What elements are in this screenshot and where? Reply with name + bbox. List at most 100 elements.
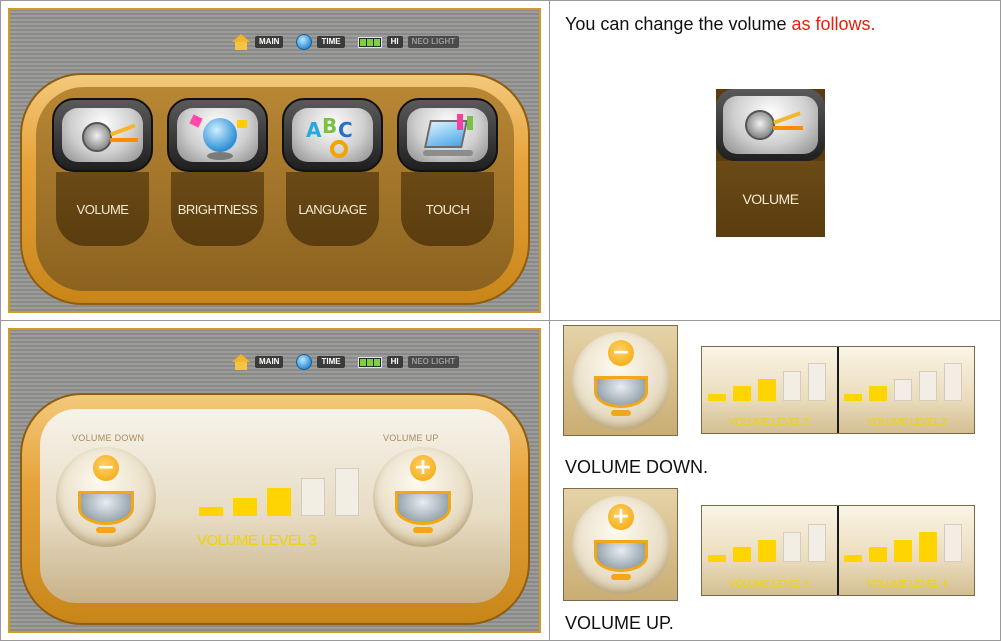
battery-icon [357, 356, 382, 368]
thumb-divider [837, 506, 839, 595]
status-tail: NEO LIGHT [407, 36, 460, 48]
level-bar-4 [301, 478, 325, 516]
plus-icon: + [410, 455, 436, 481]
clock-icon [296, 354, 313, 370]
volume-down-button-thumb: − [563, 325, 678, 436]
level-bar-1 [844, 394, 862, 401]
menu-tile-touch[interactable]: TOUCH [397, 98, 498, 248]
level-bar-3 [758, 379, 776, 401]
volume-screen-screenshot: MAIN TIME HI NEO LIGHT VOLUME DOWN VOLUM… [8, 328, 541, 633]
level-bar-2 [869, 386, 887, 401]
level-bar-4 [919, 371, 937, 401]
settings-menu-screenshot: MAIN TIME HI NEO LIGHT VOLUME BRIGHTNESS… [8, 8, 541, 313]
speaker-base [611, 410, 631, 416]
intro-text-main: You can change the volume [565, 14, 792, 34]
speaker-base [96, 527, 116, 533]
level-bar-1 [199, 507, 223, 516]
level-bar-3 [894, 540, 912, 562]
status-bar: MAIN TIME HI NEO LIGHT [232, 353, 460, 371]
level-bar-2 [733, 547, 751, 562]
status-hi: HI [386, 356, 403, 368]
status-time: TIME [317, 356, 345, 368]
speaker-icon [395, 491, 451, 525]
level-bar-5 [944, 524, 962, 562]
level-bar-1 [708, 394, 726, 401]
level-bar-5 [944, 363, 962, 401]
status-main: MAIN [255, 356, 284, 368]
abc-icon: A B C [292, 108, 373, 162]
intro-text: You can change the volume as follows. [565, 14, 876, 35]
level-bar-5 [335, 468, 359, 516]
battery-icon [357, 36, 382, 48]
menu-tile-volume[interactable]: VOLUME [52, 98, 153, 248]
language-tile-label: LANGUAGE [286, 172, 379, 246]
intro-text-highlight: as follows. [791, 14, 876, 34]
level-label-after: VOLUME LEVEL 2 [867, 417, 947, 428]
brightness-tile-icon-box [167, 98, 268, 172]
home-icon [232, 354, 250, 370]
volume-down-button[interactable]: − [56, 447, 156, 547]
level-bar-4 [783, 371, 801, 401]
volume-up-caption-text: VOLUME UP. [565, 613, 674, 633]
language-tile-icon-box: A B C [282, 98, 383, 172]
status-tail: NEO LIGHT [407, 356, 460, 368]
volume-level-text: VOLUME LEVEL 3 [197, 532, 317, 549]
level-bars-after [844, 524, 962, 562]
level-bars-before [708, 363, 826, 401]
level-bar-1 [844, 555, 862, 562]
volume-down-caption: VOLUME DOWN [72, 433, 145, 443]
status-time: TIME [317, 36, 345, 48]
touch-tile-label: TOUCH [401, 172, 494, 246]
volume-down-caption-text: VOLUME DOWN. [565, 457, 709, 477]
table-row-divider [0, 320, 1001, 321]
speaker-icon [594, 540, 648, 572]
level-bars-after [844, 363, 962, 401]
level-label-before: VOLUME LEVEL 3 [729, 579, 809, 590]
globe-icon [177, 108, 258, 162]
menu-tile-language[interactable]: A B C LANGUAGE [282, 98, 383, 248]
speaker-icon [723, 96, 818, 154]
speaker-icon [62, 108, 143, 162]
preview-label: VOLUME [716, 161, 825, 237]
table-border-left [0, 0, 1, 641]
level-bar-2 [733, 386, 751, 401]
clock-icon [296, 34, 313, 50]
level-bars-before [708, 524, 826, 562]
volume-up-caption: VOLUME UP [383, 433, 439, 443]
level-bar-2 [869, 547, 887, 562]
volume-tile-label: VOLUME [56, 172, 149, 246]
volume-down-knob: − [572, 332, 670, 430]
level-bar-3 [894, 379, 912, 401]
touch-icon [407, 108, 488, 162]
volume-up-knob: + [572, 496, 670, 594]
level-bar-2 [233, 498, 257, 516]
level-bar-5 [808, 524, 826, 562]
level-bar-3 [758, 540, 776, 562]
level-label-before: VOLUME LEVEL 3 [729, 417, 809, 428]
level-bar-3 [267, 488, 291, 516]
volume-down-level-thumbs: VOLUME LEVEL 3 VOLUME LEVEL 2 [701, 346, 975, 434]
volume-tile-icon-box [52, 98, 153, 172]
table-column-divider [549, 0, 550, 641]
volume-up-button-thumb: + [563, 488, 678, 601]
volume-up-button[interactable]: + [373, 447, 473, 547]
minus-icon: − [93, 455, 119, 481]
preview-icon-box [716, 89, 825, 161]
minus-icon: − [608, 340, 634, 366]
table-border-top [0, 0, 1001, 1]
level-bar-4 [783, 532, 801, 562]
speaker-base [413, 527, 433, 533]
status-hi: HI [386, 36, 403, 48]
speaker-icon [78, 491, 134, 525]
home-icon [232, 34, 250, 50]
level-label-after: VOLUME LEVEL 4 [867, 579, 947, 590]
menu-tile-brightness[interactable]: BRIGHTNESS [167, 98, 268, 248]
speaker-icon [594, 376, 648, 408]
status-bar: MAIN TIME HI NEO LIGHT [232, 33, 460, 51]
volume-up-level-thumbs: VOLUME LEVEL 3 VOLUME LEVEL 4 [701, 505, 975, 596]
level-bar-5 [808, 363, 826, 401]
speaker-base [611, 574, 631, 580]
brightness-tile-label: BRIGHTNESS [171, 172, 264, 246]
level-bar-4 [919, 532, 937, 562]
volume-level-bars [199, 468, 359, 516]
